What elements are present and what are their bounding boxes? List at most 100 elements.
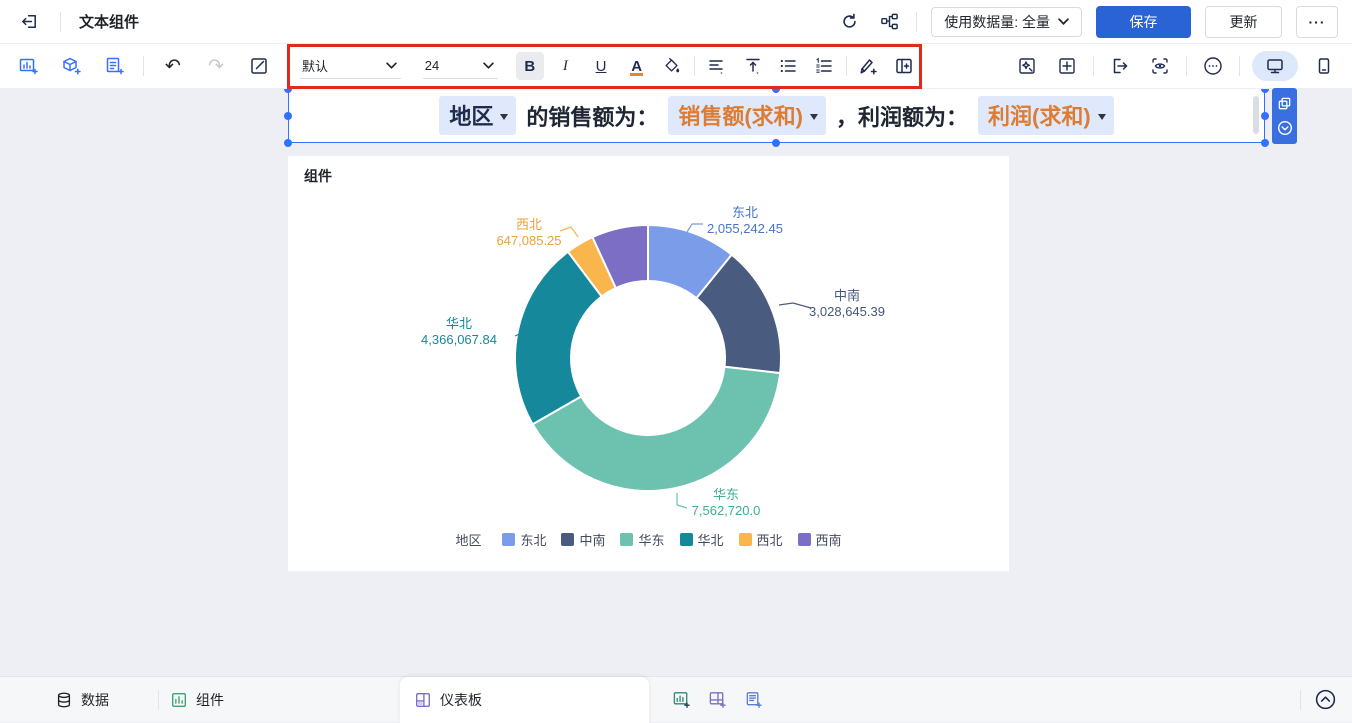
toolbar-row: ↶ ↷ 默认 24 B I U A	[0, 44, 1352, 89]
measure-chip-sales[interactable]: 销售额(求和)	[668, 96, 826, 135]
text-component[interactable]: 地区 的销售额为： 销售额(求和) ，利润额为： 利润(求和)	[288, 88, 1265, 143]
chevron-down-icon	[1097, 113, 1106, 120]
collapse-down-icon[interactable]	[1277, 120, 1293, 136]
divider	[845, 56, 847, 76]
divider	[1093, 56, 1094, 76]
static-text: ，利润额为：	[836, 104, 969, 130]
divider	[158, 690, 159, 710]
resize-handle-e[interactable]	[1261, 112, 1269, 120]
component-action-panel	[1272, 88, 1297, 144]
resize-handle-se[interactable]	[1261, 139, 1269, 147]
grid-layout-icon[interactable]	[1053, 52, 1081, 80]
legend-item-华东[interactable]: 华东	[620, 530, 665, 549]
dashboard-canvas[interactable]: 地区 的销售额为： 销售额(求和) ，利润额为： 利润(求和) 组件 东北 2,…	[0, 85, 1352, 676]
slice-label-dongbei: 东北 2,055,242.45	[707, 205, 783, 236]
slice-label-huadong: 华东 7,562,720.0	[691, 487, 761, 518]
data-volume-dropdown[interactable]: 使用数据量: 全量	[931, 6, 1082, 37]
chevron-down-icon	[810, 113, 818, 120]
legend-label: 华东	[638, 533, 665, 548]
divider	[694, 56, 696, 76]
more-circle-icon[interactable]	[1199, 52, 1227, 80]
slice-label-zhongnan: 中南 3,028,645.39	[809, 288, 885, 319]
divider	[1239, 56, 1240, 76]
preview-eye-icon[interactable]	[1146, 52, 1174, 80]
horizontal-align-icon[interactable]	[703, 52, 731, 80]
outline-flow-icon[interactable]	[876, 9, 902, 35]
add-chart-component-icon[interactable]	[14, 52, 42, 80]
dimension-chip[interactable]: 地区	[439, 96, 517, 135]
bullet-list-icon[interactable]	[774, 52, 802, 80]
format-brush-add-icon[interactable]	[855, 52, 883, 80]
divider	[143, 56, 144, 76]
divider	[1300, 690, 1301, 710]
legend-item-中南[interactable]: 中南	[561, 530, 605, 549]
slice-label-huabei: 华北 4,366,067.84	[421, 316, 497, 347]
legend-label: 西南	[815, 533, 842, 548]
update-button[interactable]: 更新	[1205, 5, 1282, 38]
tab-component[interactable]: 组件	[170, 677, 224, 722]
desktop-view-toggle[interactable]	[1252, 51, 1298, 81]
legend-swatch	[679, 533, 693, 546]
back-icon[interactable]	[16, 9, 42, 35]
legend-label: 东北	[520, 533, 547, 548]
measure-chip-profit[interactable]: 利润(求和)	[978, 96, 1114, 135]
add-report-icon[interactable]	[744, 690, 763, 709]
fill-color-icon[interactable]	[658, 52, 686, 80]
legend-swatch	[620, 533, 634, 546]
legend-swatch	[561, 533, 575, 546]
save-button[interactable]: 保存	[1096, 5, 1191, 38]
redo-icon[interactable]: ↷	[202, 52, 230, 80]
add-view-icon[interactable]	[672, 690, 691, 709]
legend-label: 华北	[697, 533, 724, 548]
bold-button[interactable]: B	[515, 52, 544, 80]
chevron-down-icon	[500, 113, 509, 120]
chevron-down-icon	[386, 62, 397, 69]
font-color-button[interactable]: A	[623, 52, 651, 80]
italic-button[interactable]: I	[552, 52, 580, 80]
top-bar: 文本组件 使用数据量: 全量 保存 更新 ···	[0, 0, 1352, 44]
mobile-view-toggle[interactable]	[1310, 52, 1338, 80]
font-size-select[interactable]: 24	[422, 53, 498, 79]
resize-handle-s[interactable]	[772, 139, 780, 147]
legend-item-西北[interactable]: 西北	[738, 530, 783, 549]
font-toolbar: 默认 24 B I U A	[290, 44, 918, 88]
divider	[916, 11, 918, 32]
legend-label: 西北	[756, 533, 783, 548]
chart-component[interactable]: 组件 东北 2,055,242.45 中南 3,028,645.39 华东 7,…	[288, 156, 1009, 571]
numbered-list-icon[interactable]	[810, 52, 838, 80]
legend-title: 地区	[455, 533, 482, 548]
legend-swatch	[797, 533, 811, 546]
legend-item-东北[interactable]: 东北	[502, 530, 546, 549]
resize-handle-sw[interactable]	[284, 139, 292, 147]
export-icon[interactable]	[1106, 52, 1134, 80]
add-dashboard-icon[interactable]	[708, 690, 727, 709]
collapse-panel-button[interactable]	[1314, 688, 1337, 711]
edit-icon[interactable]	[245, 52, 273, 80]
legend-item-华北[interactable]: 华北	[679, 530, 724, 549]
underline-button[interactable]: U	[587, 52, 615, 80]
phone-icon	[1318, 58, 1330, 74]
duplicate-icon[interactable]	[1277, 96, 1292, 111]
component-scrollbar[interactable]	[1253, 96, 1259, 134]
bar-chart-icon	[172, 692, 186, 707]
resize-handle-w[interactable]	[284, 112, 292, 120]
donut-chart	[514, 223, 812, 509]
add-text-component-icon[interactable]	[100, 52, 128, 80]
font-family-select[interactable]: 默认	[300, 53, 401, 79]
legend-item-西南[interactable]: 西南	[797, 530, 842, 549]
tab-dashboard-active[interactable]: 仪表板	[400, 677, 649, 723]
tab-data[interactable]: 数据	[55, 677, 109, 722]
legend-swatch	[738, 533, 752, 546]
beautify-style-icon[interactable]	[1013, 52, 1041, 80]
insert-panel-icon[interactable]	[890, 52, 918, 80]
bottom-bar: 数据 组件 仪表板	[0, 676, 1352, 723]
add-cube-component-icon[interactable]	[57, 52, 85, 80]
dashboard-grid-icon	[416, 693, 430, 707]
refresh-icon[interactable]	[836, 9, 862, 35]
more-button[interactable]: ···	[1296, 5, 1338, 38]
vertical-align-icon[interactable]	[739, 52, 767, 80]
chevron-down-icon	[483, 62, 494, 69]
divider	[60, 11, 61, 32]
undo-icon[interactable]: ↶	[159, 52, 187, 80]
database-icon	[57, 692, 71, 707]
